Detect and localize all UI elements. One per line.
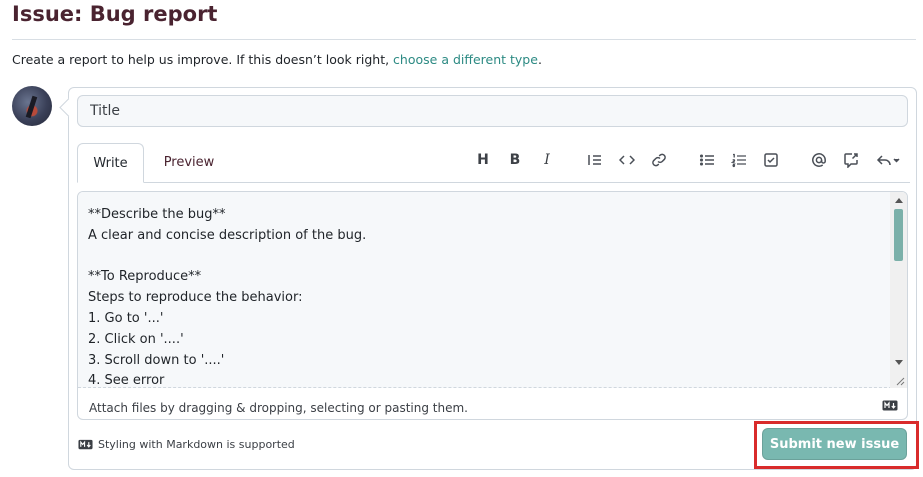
- issue-form: Write Preview H B I **Describe the bug**…: [68, 87, 917, 470]
- attach-files-hint[interactable]: Attach files by dragging & dropping, sel…: [89, 401, 468, 415]
- body-text[interactable]: **Describe the bug** A clear and concise…: [88, 205, 888, 387]
- tab-preview[interactable]: Preview: [157, 143, 221, 183]
- heading-icon[interactable]: H: [472, 149, 494, 171]
- task-list-icon[interactable]: [760, 149, 782, 171]
- link-icon[interactable]: [648, 149, 670, 171]
- reply-icon[interactable]: [872, 149, 904, 171]
- tab-write[interactable]: Write: [77, 143, 144, 183]
- quote-icon[interactable]: [584, 149, 606, 171]
- body-textarea[interactable]: **Describe the bug** A clear and concise…: [78, 192, 907, 388]
- page-title: Issue: Bug report: [12, 2, 218, 26]
- comment-editor: **Describe the bug** A clear and concise…: [77, 191, 908, 420]
- intro-label: Create a report to help us improve. If t…: [12, 52, 394, 67]
- code-icon[interactable]: [616, 149, 638, 171]
- heading-label: H: [477, 152, 489, 168]
- scroll-up-arrow[interactable]: [895, 198, 903, 203]
- markdown-icon: [78, 439, 93, 450]
- markdown-icon: [882, 400, 898, 411]
- avatar: [12, 86, 52, 126]
- scroll-down-arrow[interactable]: [895, 360, 903, 365]
- editor-scrollbar[interactable]: [890, 192, 907, 388]
- resize-grip-icon[interactable]: [895, 376, 905, 386]
- bold-icon[interactable]: B: [504, 149, 526, 171]
- title-input[interactable]: [77, 95, 908, 127]
- mention-icon[interactable]: [808, 149, 830, 171]
- scroll-thumb[interactable]: [894, 209, 903, 261]
- markdown-note-label: Styling with Markdown is supported: [98, 438, 295, 451]
- bulleted-list-icon[interactable]: [696, 149, 718, 171]
- submit-highlight-box: [754, 421, 919, 469]
- italic-icon[interactable]: I: [536, 149, 558, 171]
- italic-label: I: [544, 152, 550, 168]
- title-divider: [12, 39, 916, 40]
- numbered-list-icon[interactable]: [728, 149, 750, 171]
- intro-text: Create a report to help us improve. If t…: [12, 52, 542, 67]
- reference-icon[interactable]: [840, 149, 862, 171]
- intro-end: .: [537, 52, 542, 67]
- choose-different-type-link[interactable]: choose a different type: [393, 52, 538, 67]
- markdown-support-note: Styling with Markdown is supported: [78, 438, 295, 451]
- bold-label: B: [509, 152, 521, 168]
